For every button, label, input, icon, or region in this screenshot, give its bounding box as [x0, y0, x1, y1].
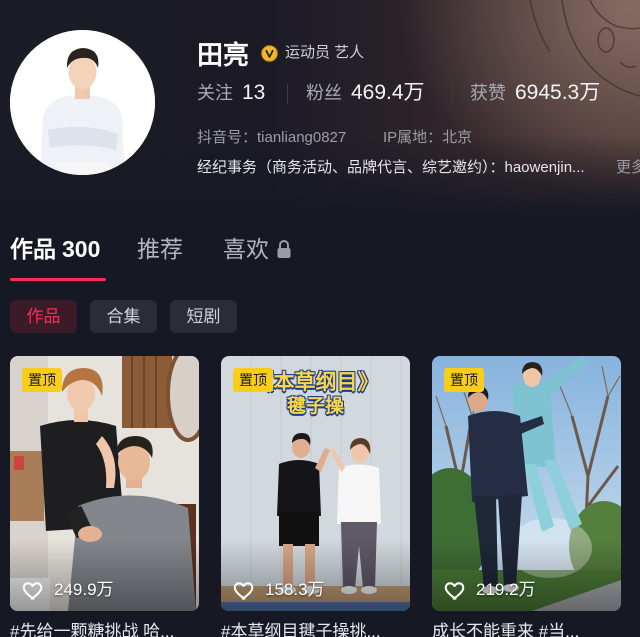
video-caption-3[interactable]: 成长不能重来 #当...	[432, 621, 621, 637]
illustration-hair-strand	[529, 0, 551, 53]
video-card-2[interactable]: 《本草纲目》 毽子操 置顶 158.3万	[221, 356, 410, 611]
heart-outline	[22, 581, 43, 600]
stat-divider	[287, 84, 288, 104]
round-mirror	[166, 356, 199, 442]
stat-likes-label: 获赞	[470, 83, 506, 103]
thumbnail-overlay-subtitle: 毽子操	[286, 396, 344, 417]
tab-works[interactable]: 作品 300	[10, 234, 100, 264]
ip-location: IP属地：北京	[383, 129, 473, 146]
verified-badge-circle	[261, 44, 278, 62]
lock-icon	[277, 240, 291, 258]
douyin-id: 抖音号：tianliang0827	[197, 129, 347, 146]
tab-recommend[interactable]: 推荐	[137, 234, 183, 264]
stat-following-label: 关注	[197, 83, 233, 103]
like-count-text: 249.9万	[54, 580, 114, 599]
stat-divider	[452, 84, 453, 104]
illustration-hair	[589, 0, 640, 30]
subtab-collections[interactable]: 合集	[90, 300, 157, 333]
stat-followers-label: 粉丝	[306, 83, 342, 103]
video-card-3[interactable]: 置顶 219.2万	[432, 356, 621, 611]
subtab-works[interactable]: 作品	[10, 300, 77, 333]
like-count-text: 158.3万	[265, 580, 325, 599]
video-like-count: 219.2万	[444, 578, 536, 602]
heart-outline	[444, 581, 465, 600]
woman-white-shirt	[337, 464, 381, 524]
tab-likes[interactable]: 喜欢	[223, 234, 293, 264]
heart-icon	[233, 581, 254, 600]
profile-page: 田亮 运动员 艺人 关注 13 粉丝 469.4万 获赞 6945.3万 抖音号…	[0, 0, 640, 637]
avatar[interactable]	[10, 30, 155, 175]
video-caption-text: #先给一颗糖挑战 哈...	[10, 622, 175, 637]
pinned-badge: 置顶	[444, 368, 484, 392]
profile-tags: 运动员 艺人	[285, 44, 365, 61]
pinned-badge: 置顶	[233, 368, 273, 392]
tab-works-count: 300	[62, 236, 101, 262]
video-caption-text: 成长不能重来 #当...	[432, 622, 580, 637]
active-tab-indicator	[10, 278, 106, 281]
stat-following-value: 13	[242, 81, 266, 104]
profile-bio: 经纪事务（商务活动、品牌代言、综艺邀约）：haowenjin...	[197, 159, 585, 176]
video-like-count: 158.3万	[233, 578, 325, 602]
video-caption-text: #本草纲目毽子操挑...	[221, 622, 381, 637]
profile-name: 田亮	[197, 40, 250, 70]
stat-likes-value: 6945.3万	[515, 81, 601, 104]
verified-v-icon	[261, 44, 278, 62]
video-like-count: 249.9万	[22, 578, 114, 602]
profile-tagline: 运动员 艺人	[261, 44, 364, 62]
stat-following[interactable]: 关注 13	[197, 80, 265, 106]
tab-works-label: 作品	[10, 236, 56, 262]
illustration-mouth	[619, 61, 637, 69]
lock-body	[277, 248, 291, 258]
lock-shackle	[279, 240, 289, 248]
tab-likes-label: 喜欢	[223, 236, 269, 262]
man-black-shirt	[277, 460, 321, 516]
video-caption-1[interactable]: #先给一颗糖挑战 哈...	[10, 621, 199, 637]
stat-followers[interactable]: 粉丝 469.4万	[306, 80, 425, 106]
heart-outline	[233, 581, 254, 600]
video-caption-2[interactable]: #本草纲目毽子操挑...	[221, 621, 410, 637]
heart-icon	[444, 581, 465, 600]
heart-icon	[22, 581, 43, 600]
video-card-1[interactable]: 置顶 249.9万	[10, 356, 199, 611]
avatar-image	[10, 30, 155, 175]
stat-followers-value: 469.4万	[351, 81, 425, 104]
bio-more-link[interactable]: 更多	[616, 158, 640, 178]
cabinet-item	[14, 456, 24, 470]
pinned-badge: 置顶	[22, 368, 62, 392]
stat-likes[interactable]: 获赞 6945.3万	[470, 80, 600, 106]
wooden-shelf	[122, 356, 172, 428]
like-count-text: 219.2万	[476, 580, 536, 599]
tab-recommend-label: 推荐	[137, 236, 183, 262]
subtab-short-dramas[interactable]: 短剧	[170, 300, 237, 333]
illustration-eye	[597, 27, 615, 53]
